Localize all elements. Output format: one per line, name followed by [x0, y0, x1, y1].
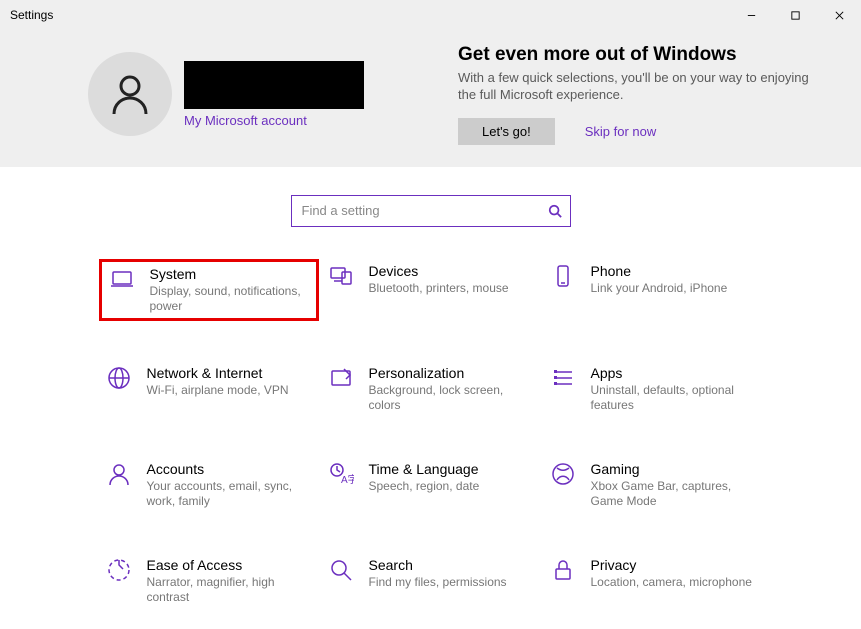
tile-sub: Background, lock screen, colors	[369, 383, 535, 413]
my-microsoft-account-link[interactable]: My Microsoft account	[184, 113, 364, 128]
minimize-button[interactable]	[729, 0, 773, 30]
settings-grid: System Display, sound, notifications, po…	[0, 259, 861, 629]
tile-system[interactable]: System Display, sound, notifications, po…	[99, 259, 319, 321]
tile-label: System	[150, 266, 310, 282]
window-title: Settings	[10, 8, 53, 22]
tile-sub: Wi-Fi, airplane mode, VPN	[147, 383, 313, 398]
tile-sub: Bluetooth, printers, mouse	[369, 281, 535, 296]
ease-of-access-icon	[105, 557, 133, 585]
tile-label: Search	[369, 557, 535, 573]
tile-label: Apps	[591, 365, 757, 381]
tile-label: Devices	[369, 263, 535, 279]
tile-time-language[interactable]: A字 Time & Language Speech, region, date	[321, 457, 541, 513]
promo-body: With a few quick selections, you'll be o…	[458, 70, 828, 104]
tile-sub: Link your Android, iPhone	[591, 281, 757, 296]
tile-sub: Find my files, permissions	[369, 575, 535, 590]
phone-icon	[549, 263, 577, 291]
tile-privacy[interactable]: Privacy Location, camera, microphone	[543, 553, 763, 609]
titlebar: Settings	[0, 0, 861, 30]
tile-sub: Narrator, magnifier, high contrast	[147, 575, 313, 605]
search-box[interactable]	[291, 195, 571, 227]
window-controls	[729, 0, 861, 30]
tile-devices[interactable]: Devices Bluetooth, printers, mouse	[321, 259, 541, 321]
person-icon	[105, 461, 133, 489]
tile-label: Ease of Access	[147, 557, 313, 573]
promo-heading: Get even more out of Windows	[458, 44, 841, 66]
tile-sub: Your accounts, email, sync, work, family	[147, 479, 313, 509]
search-icon	[548, 204, 562, 218]
xbox-icon	[549, 461, 577, 489]
lets-go-button[interactable]: Let's go!	[458, 118, 555, 145]
close-button[interactable]	[817, 0, 861, 30]
tile-sub: Display, sound, notifications, power	[150, 284, 310, 314]
apps-icon	[549, 365, 577, 393]
magnify-icon	[327, 557, 355, 585]
tile-personalization[interactable]: Personalization Background, lock screen,…	[321, 361, 541, 417]
tile-network[interactable]: Network & Internet Wi-Fi, airplane mode,…	[99, 361, 319, 417]
tile-apps[interactable]: Apps Uninstall, defaults, optional featu…	[543, 361, 763, 417]
tile-label: Gaming	[591, 461, 757, 477]
tile-sub: Speech, region, date	[369, 479, 535, 494]
tile-gaming[interactable]: Gaming Xbox Game Bar, captures, Game Mod…	[543, 457, 763, 513]
devices-icon	[327, 263, 355, 291]
tile-search[interactable]: Search Find my files, permissions	[321, 553, 541, 609]
laptop-icon	[108, 266, 136, 294]
user-name-redacted	[184, 61, 364, 109]
globe-icon	[105, 365, 133, 393]
tile-label: Accounts	[147, 461, 313, 477]
tile-sub: Uninstall, defaults, optional features	[591, 383, 757, 413]
tile-label: Privacy	[591, 557, 757, 573]
lock-icon	[549, 557, 577, 585]
search-row	[0, 167, 861, 259]
profile-info: My Microsoft account	[184, 61, 364, 128]
tile-sub: Location, camera, microphone	[591, 575, 757, 590]
user-icon	[106, 70, 154, 118]
skip-for-now-link[interactable]: Skip for now	[585, 124, 657, 139]
tile-label: Network & Internet	[147, 365, 313, 381]
header: My Microsoft account Get even more out o…	[0, 30, 861, 167]
maximize-button[interactable]	[773, 0, 817, 30]
search-input[interactable]	[300, 202, 548, 219]
tile-phone[interactable]: Phone Link your Android, iPhone	[543, 259, 763, 321]
promo-block: Get even more out of Windows With a few …	[458, 44, 841, 145]
time-language-icon: A字	[327, 461, 355, 489]
tile-sub: Xbox Game Bar, captures, Game Mode	[591, 479, 757, 509]
svg-text:A字: A字	[341, 473, 354, 486]
tile-accounts[interactable]: Accounts Your accounts, email, sync, wor…	[99, 457, 319, 513]
tile-label: Phone	[591, 263, 757, 279]
avatar	[88, 52, 172, 136]
paint-icon	[327, 365, 355, 393]
profile-block: My Microsoft account	[88, 44, 398, 145]
tile-ease-of-access[interactable]: Ease of Access Narrator, magnifier, high…	[99, 553, 319, 609]
tile-label: Personalization	[369, 365, 535, 381]
tile-label: Time & Language	[369, 461, 535, 477]
